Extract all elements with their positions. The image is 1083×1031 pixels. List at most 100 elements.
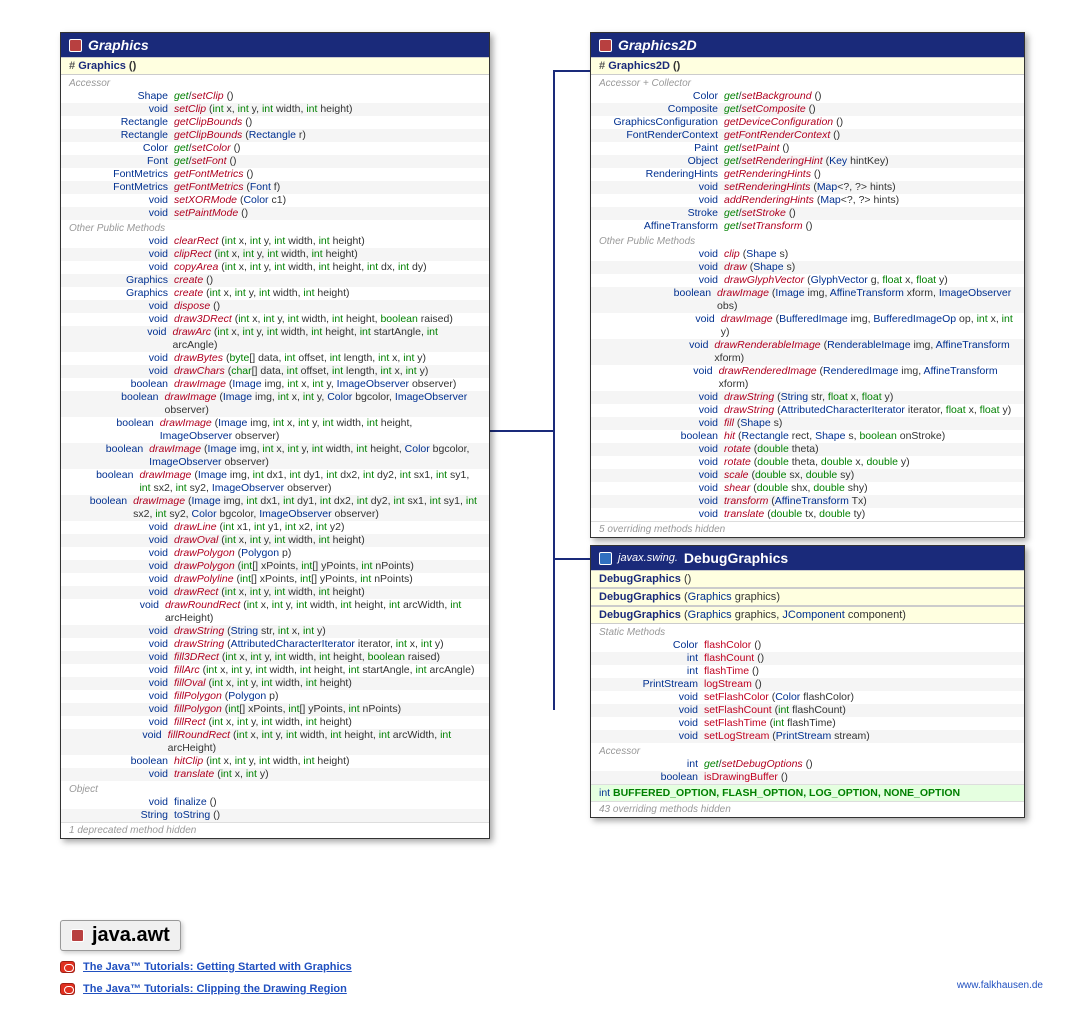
- method-row[interactable]: booleanhit (Rectangle rect, Shape s, boo…: [591, 430, 1024, 443]
- method-row[interactable]: AffineTransformget/setTransform (): [591, 220, 1024, 233]
- method-row[interactable]: RenderingHintsgetRenderingHints (): [591, 168, 1024, 181]
- method-row[interactable]: voiddrawRenderableImage (RenderableImage…: [591, 339, 1024, 365]
- constants-row: int BUFFERED_OPTION, FLASH_OPTION, LOG_O…: [591, 784, 1024, 801]
- method-row[interactable]: voidshear (double shx, double shy): [591, 482, 1024, 495]
- method-row[interactable]: booleanhitClip (int x, int y, int width,…: [61, 755, 489, 768]
- method-row[interactable]: booleandrawImage (Image img, int x, int …: [61, 443, 489, 469]
- method-row[interactable]: Shapeget/setClip (): [61, 90, 489, 103]
- tutorial-link[interactable]: The Java™ Tutorials: Clipping the Drawin…: [60, 983, 352, 995]
- method-row[interactable]: voidsetFlashTime (int flashTime): [591, 717, 1024, 730]
- method-row[interactable]: voidrotate (double theta, double x, doub…: [591, 456, 1024, 469]
- method-row[interactable]: voidscale (double sx, double sy): [591, 469, 1024, 482]
- method-row[interactable]: voidclip (Shape s): [591, 248, 1024, 261]
- method-row[interactable]: booleandrawImage (Image img, int x, int …: [61, 417, 489, 443]
- method-row[interactable]: voidtranslate (int x, int y): [61, 768, 489, 781]
- method-row[interactable]: booleandrawImage (Image img, int dx1, in…: [61, 495, 489, 521]
- method-row[interactable]: voiddrawArc (int x, int y, int width, in…: [61, 326, 489, 352]
- method-row[interactable]: voidfillRoundRect (int x, int y, int wid…: [61, 729, 489, 755]
- method-row[interactable]: voiddraw3DRect (int x, int y, int width,…: [61, 313, 489, 326]
- constructor[interactable]: DebugGraphics (Graphics graphics): [591, 588, 1024, 606]
- method-row[interactable]: voiddrawString (String str, int x, int y…: [61, 625, 489, 638]
- method-row[interactable]: intget/setDebugOptions (): [591, 758, 1024, 771]
- method-row[interactable]: RectanglegetClipBounds (): [61, 116, 489, 129]
- method-row[interactable]: booleandrawImage (Image img, int x, int …: [61, 378, 489, 391]
- method-row[interactable]: ColorflashColor (): [591, 639, 1024, 652]
- method-row[interactable]: voidfillRect (int x, int y, int width, i…: [61, 716, 489, 729]
- method-row[interactable]: voidcopyArea (int x, int y, int width, i…: [61, 261, 489, 274]
- class-box-debuggraphics: javax.swing.DebugGraphics DebugGraphics …: [590, 545, 1025, 818]
- method-row[interactable]: voiddispose (): [61, 300, 489, 313]
- method-row[interactable]: voiddrawString (AttributedCharacterItera…: [61, 638, 489, 651]
- credit-link[interactable]: www.falkhausen.de: [957, 980, 1043, 991]
- constructor[interactable]: DebugGraphics (): [591, 570, 1024, 588]
- method-row[interactable]: voiddrawString (AttributedCharacterItera…: [591, 404, 1024, 417]
- method-row[interactable]: voiddrawLine (int x1, int y1, int x2, in…: [61, 521, 489, 534]
- method-row[interactable]: FontMetricsgetFontMetrics (): [61, 168, 489, 181]
- method-row[interactable]: booleandrawImage (Image img, int dx1, in…: [61, 469, 489, 495]
- method-row[interactable]: Paintget/setPaint (): [591, 142, 1024, 155]
- method-row[interactable]: voiddrawPolygon (int[] xPoints, int[] yP…: [61, 560, 489, 573]
- method-row[interactable]: voidfill3DRect (int x, int y, int width,…: [61, 651, 489, 664]
- constructor[interactable]: DebugGraphics (Graphics graphics, JCompo…: [591, 606, 1024, 624]
- method-row[interactable]: intflashTime (): [591, 665, 1024, 678]
- class-title: Graphics: [88, 37, 149, 53]
- method-row[interactable]: RectanglegetClipBounds (Rectangle r): [61, 129, 489, 142]
- constructor[interactable]: # Graphics2D (): [591, 57, 1024, 75]
- method-row[interactable]: voidfillOval (int x, int y, int width, i…: [61, 677, 489, 690]
- method-row[interactable]: voidclearRect (int x, int y, int width, …: [61, 235, 489, 248]
- method-row[interactable]: Graphicscreate (int x, int y, int width,…: [61, 287, 489, 300]
- method-row[interactable]: voiddrawOval (int x, int y, int width, i…: [61, 534, 489, 547]
- method-row[interactable]: voiddraw (Shape s): [591, 261, 1024, 274]
- method-row[interactable]: voidsetLogStream (PrintStream stream): [591, 730, 1024, 743]
- method-row[interactable]: voidfillPolygon (Polygon p): [61, 690, 489, 703]
- method-row[interactable]: PrintStreamlogStream (): [591, 678, 1024, 691]
- method-row[interactable]: voidtransform (AffineTransform Tx): [591, 495, 1024, 508]
- method-row[interactable]: voiddrawChars (char[] data, int offset, …: [61, 365, 489, 378]
- method-row[interactable]: intflashCount (): [591, 652, 1024, 665]
- method-row[interactable]: voiddrawGlyphVector (GlyphVector g, floa…: [591, 274, 1024, 287]
- footer-note: 1 deprecated method hidden: [61, 822, 489, 838]
- method-row[interactable]: FontMetricsgetFontMetrics (Font f): [61, 181, 489, 194]
- method-row[interactable]: voidsetPaintMode (): [61, 207, 489, 220]
- class-icon: [599, 552, 612, 565]
- tutorial-link[interactable]: The Java™ Tutorials: Getting Started wit…: [60, 961, 352, 973]
- method-row[interactable]: voiddrawRenderedImage (RenderedImage img…: [591, 365, 1024, 391]
- method-row[interactable]: voidsetClip (int x, int y, int width, in…: [61, 103, 489, 116]
- method-row[interactable]: voidaddRenderingHints (Map<?, ?> hints): [591, 194, 1024, 207]
- method-row[interactable]: voidfillPolygon (int[] xPoints, int[] yP…: [61, 703, 489, 716]
- method-row[interactable]: voidfill (Shape s): [591, 417, 1024, 430]
- method-row[interactable]: Objectget/setRenderingHint (Key hintKey): [591, 155, 1024, 168]
- method-row[interactable]: voidrotate (double theta): [591, 443, 1024, 456]
- method-row[interactable]: voiddrawString (String str, float x, flo…: [591, 391, 1024, 404]
- method-row[interactable]: Colorget/setColor (): [61, 142, 489, 155]
- method-row[interactable]: FontRenderContextgetFontRenderContext (): [591, 129, 1024, 142]
- method-row[interactable]: voiddrawBytes (byte[] data, int offset, …: [61, 352, 489, 365]
- method-row[interactable]: voiddrawPolygon (Polygon p): [61, 547, 489, 560]
- method-row[interactable]: voiddrawRect (int x, int y, int width, i…: [61, 586, 489, 599]
- method-row[interactable]: voidtranslate (double tx, double ty): [591, 508, 1024, 521]
- method-row[interactable]: voiddrawPolyline (int[] xPoints, int[] y…: [61, 573, 489, 586]
- method-row[interactable]: booleanisDrawingBuffer (): [591, 771, 1024, 784]
- method-row[interactable]: voiddrawImage (BufferedImage img, Buffer…: [591, 313, 1024, 339]
- method-row[interactable]: voidsetRenderingHints (Map<?, ?> hints): [591, 181, 1024, 194]
- method-row[interactable]: Graphicscreate (): [61, 274, 489, 287]
- method-row[interactable]: booleandrawImage (Image img, AffineTrans…: [591, 287, 1024, 313]
- connector: [553, 70, 593, 72]
- constructor[interactable]: # Graphics (): [61, 57, 489, 75]
- method-row[interactable]: voiddrawRoundRect (int x, int y, int wid…: [61, 599, 489, 625]
- method-row[interactable]: Compositeget/setComposite (): [591, 103, 1024, 116]
- method-row[interactable]: voidsetXORMode (Color c1): [61, 194, 489, 207]
- method-row[interactable]: voidfinalize (): [61, 796, 489, 809]
- method-row[interactable]: Strokeget/setStroke (): [591, 207, 1024, 220]
- method-row[interactable]: voidsetFlashColor (Color flashColor): [591, 691, 1024, 704]
- package-icon: [71, 929, 84, 942]
- method-row[interactable]: GraphicsConfigurationgetDeviceConfigurat…: [591, 116, 1024, 129]
- method-row[interactable]: booleandrawImage (Image img, int x, int …: [61, 391, 489, 417]
- method-row[interactable]: voidfillArc (int x, int y, int width, in…: [61, 664, 489, 677]
- class-header: Graphics2D: [591, 33, 1024, 57]
- method-row[interactable]: Fontget/setFont (): [61, 155, 489, 168]
- method-row[interactable]: voidsetFlashCount (int flashCount): [591, 704, 1024, 717]
- method-row[interactable]: voidclipRect (int x, int y, int width, i…: [61, 248, 489, 261]
- method-row[interactable]: Colorget/setBackground (): [591, 90, 1024, 103]
- method-row[interactable]: StringtoString (): [61, 809, 489, 822]
